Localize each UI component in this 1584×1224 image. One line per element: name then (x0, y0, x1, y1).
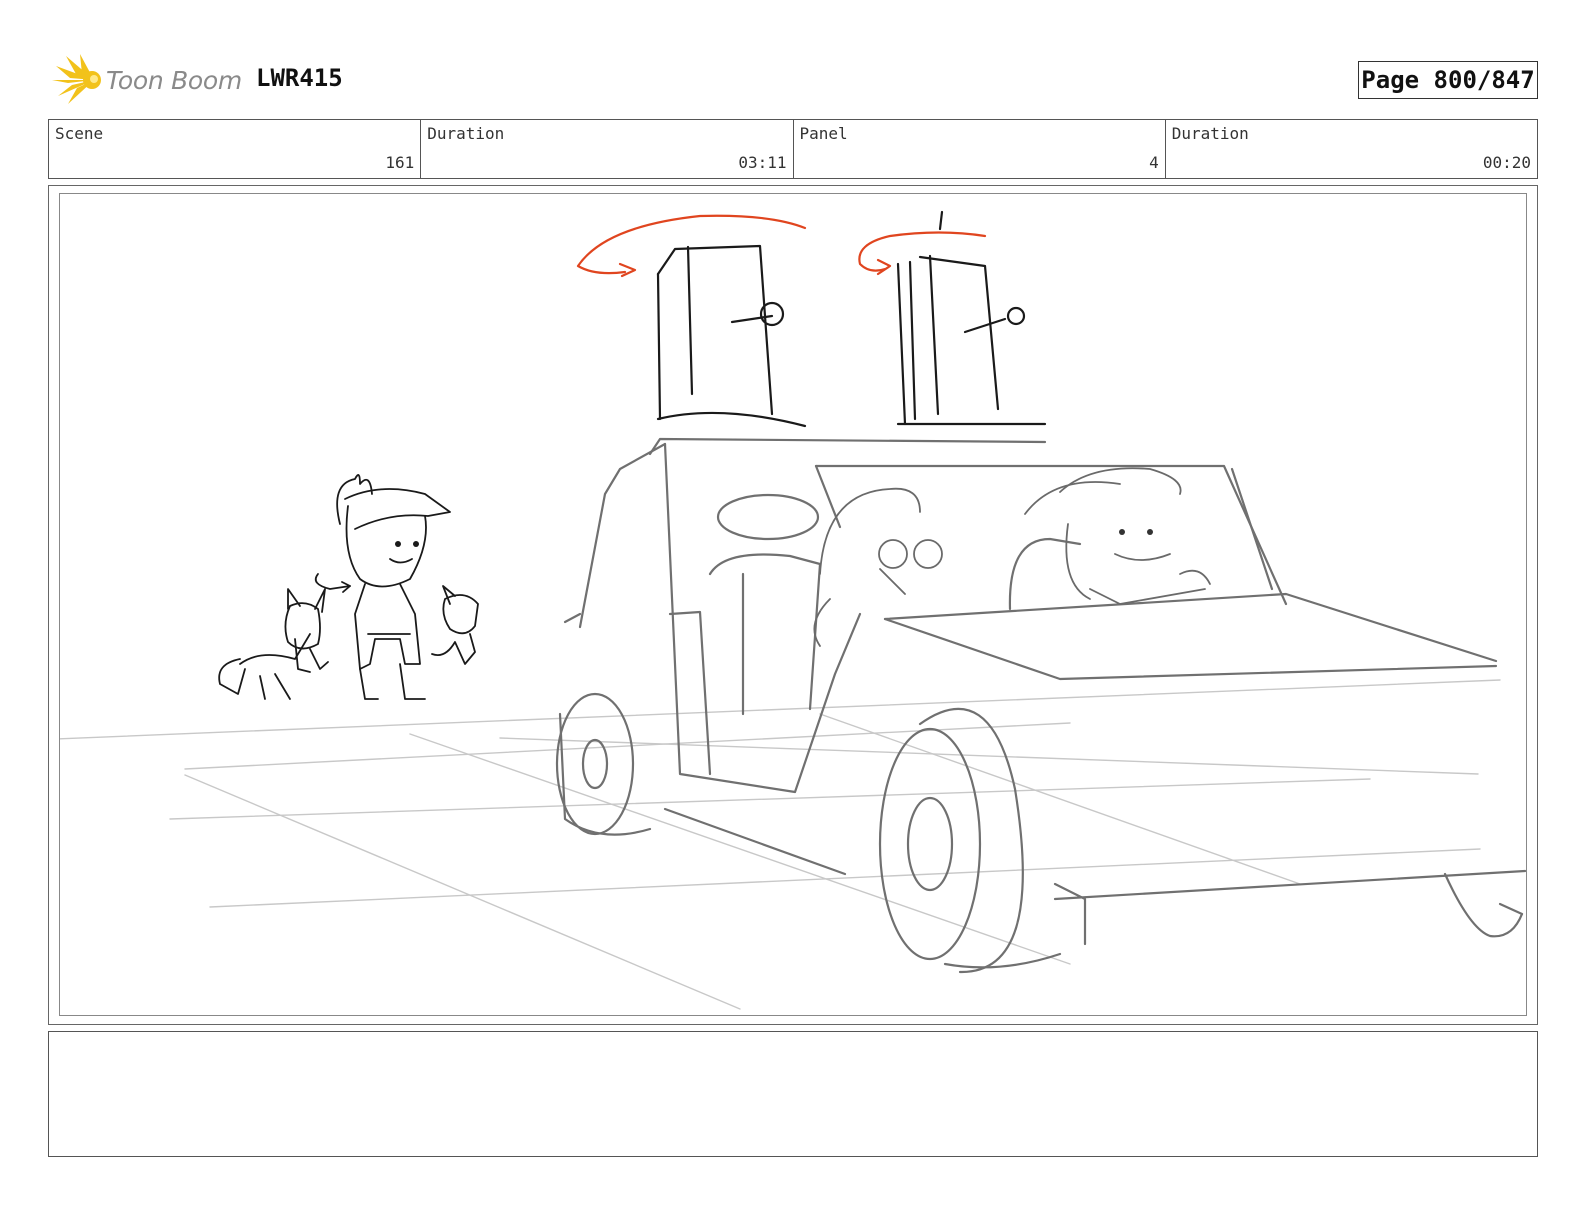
car-occupants (813, 467, 1211, 647)
car-sketch (555, 437, 1526, 974)
ground-grid (60, 679, 1501, 1010)
scene-duration-cell: Duration 03:11 (421, 120, 794, 178)
panel-duration-value: 00:20 (1482, 153, 1531, 172)
panel-label: Panel (799, 124, 848, 143)
kid-and-pets (218, 474, 479, 700)
logo-text: Toon Boom (106, 65, 242, 95)
toon-boom-logo: Toon Boom (50, 52, 242, 108)
starburst-logo-icon (52, 54, 101, 104)
scene-cell: Scene 161 (49, 120, 422, 178)
scene-value: 161 (385, 153, 415, 172)
panel-cell: Panel 4 (794, 120, 1166, 178)
panel-value: 4 (1149, 153, 1159, 172)
info-bar: Scene 161 Duration 03:11 Panel 4 Duratio… (48, 119, 1538, 179)
red-rotation-arrows (576, 214, 987, 278)
door-sketches (656, 210, 1047, 428)
page-number: Page 800/847 (1358, 61, 1538, 99)
scene-duration-value: 03:11 (738, 153, 787, 172)
storyboard-drawing (59, 193, 1527, 1016)
panel-duration-cell: Duration 00:20 (1166, 120, 1537, 178)
panel-duration-label: Duration (1171, 124, 1249, 143)
panel-notes (48, 1031, 1538, 1157)
scene-label: Scene (55, 124, 104, 143)
project-name: LWR415 (256, 64, 343, 92)
scene-duration-label: Duration (427, 124, 505, 143)
